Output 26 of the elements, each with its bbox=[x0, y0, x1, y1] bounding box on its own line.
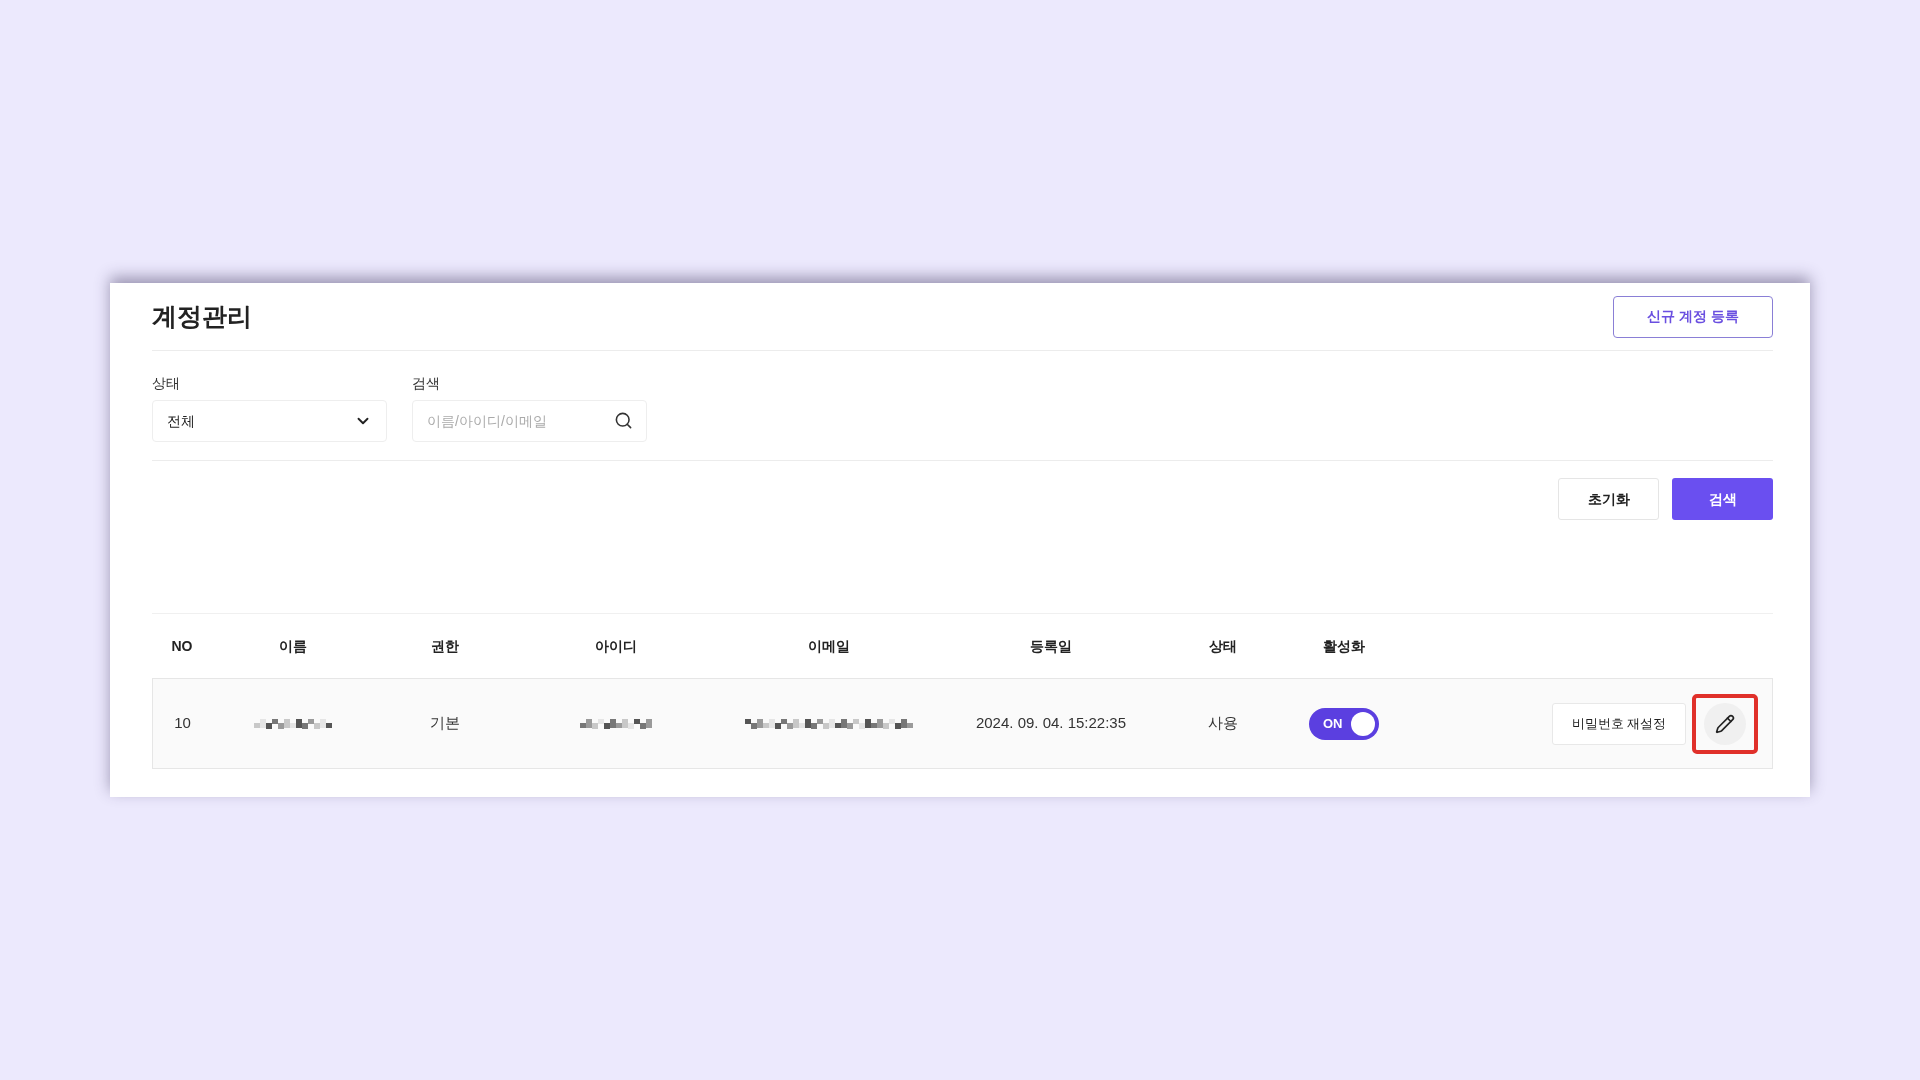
pixelated-text-drawing bbox=[580, 718, 652, 729]
table-cell-text: 기본 bbox=[430, 713, 460, 734]
column-header: 권한 bbox=[431, 636, 459, 656]
column-header: 아이디 bbox=[595, 636, 637, 656]
toggle-switch[interactable]: ON bbox=[1309, 707, 1379, 740]
table-cell-text: 사용 bbox=[1208, 713, 1238, 734]
table-cell-text: 2024. 09. 04. 15:22:35 bbox=[975, 713, 1127, 734]
column-header: 등록일 bbox=[1030, 636, 1072, 656]
column-header: NO bbox=[171, 636, 193, 656]
search-icon bbox=[614, 411, 633, 430]
column-header: 활성화 bbox=[1323, 636, 1365, 656]
reset-button[interactable]: 초기화 bbox=[1558, 478, 1659, 520]
column-header: 상태 bbox=[1209, 636, 1237, 656]
column-header: 이름 bbox=[279, 636, 307, 656]
column-header: 이메일 bbox=[808, 636, 850, 656]
pencil-icon bbox=[1715, 713, 1735, 734]
search-field[interactable]: 이름/아이디/이메일 bbox=[412, 400, 647, 442]
table-cell-text: 10 bbox=[174, 713, 191, 734]
edit-button[interactable] bbox=[1692, 693, 1758, 754]
status-select[interactable]: 전체 bbox=[152, 400, 387, 442]
filter-label: 검색 bbox=[412, 374, 441, 393]
filter-label: 상태 bbox=[152, 374, 181, 393]
search-button[interactable]: 검색 bbox=[1672, 478, 1773, 520]
new-account-button[interactable]: 신규 계정 등록 bbox=[1613, 295, 1773, 338]
page-title: 계정관리 bbox=[152, 300, 252, 332]
password-reset-button[interactable]: 비밀번호 재설정 bbox=[1552, 702, 1686, 745]
